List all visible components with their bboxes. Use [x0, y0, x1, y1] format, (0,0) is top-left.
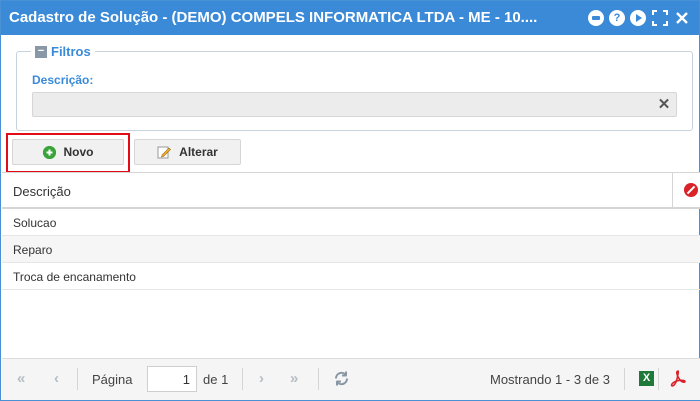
row-description: Solucao — [13, 216, 57, 230]
clear-filter-icon[interactable] — [684, 183, 698, 197]
edit-button[interactable]: Alterar — [134, 139, 241, 165]
pager-separator — [77, 368, 78, 390]
description-input[interactable] — [32, 92, 677, 117]
filters-legend-label: Filtros — [51, 44, 91, 59]
page-number-input[interactable] — [147, 366, 197, 392]
minimize-icon[interactable] — [588, 10, 604, 26]
column-header-description[interactable]: Descrição — [13, 184, 71, 199]
pager-separator — [242, 368, 243, 390]
table-row[interactable]: Solucao — [2, 209, 700, 236]
filters-panel: − Filtros Descrição: ✕ — [16, 44, 693, 131]
pdf-export-icon[interactable] — [670, 370, 686, 387]
pencil-icon — [157, 145, 172, 159]
last-page-icon[interactable]: » — [290, 371, 298, 386]
new-button-label: Novo — [63, 145, 94, 159]
row-description: Reparo — [13, 243, 53, 257]
play-icon[interactable] — [630, 10, 646, 26]
fullscreen-icon[interactable] — [652, 10, 668, 26]
dialog-window: Cadastro de Solução - (DEMO) COMPELS INF… — [0, 0, 700, 401]
previous-page-icon[interactable]: ‹ — [54, 371, 59, 386]
pager-separator — [624, 368, 625, 390]
first-page-icon[interactable]: « — [17, 371, 25, 386]
grid-header: Descrição — [2, 173, 700, 209]
page-count-label: de 1 — [203, 372, 229, 387]
clear-input-icon[interactable]: ✕ — [653, 93, 675, 116]
results-grid: Descrição Solucao Reparo Troca de encana… — [2, 172, 700, 358]
pagination-bar: « ‹ Página de 1 › » Mostrando 1 - 3 de 3… — [2, 358, 700, 400]
window-title: Cadastro de Solução - (DEMO) COMPELS INF… — [9, 9, 538, 26]
description-label: Descrição: — [32, 73, 94, 87]
column-divider — [672, 173, 673, 208]
help-icon[interactable]: ? — [609, 10, 625, 26]
excel-export-icon[interactable]: X — [639, 371, 654, 386]
pager-separator — [318, 368, 319, 390]
collapse-icon[interactable]: − — [35, 45, 47, 58]
refresh-icon[interactable] — [333, 370, 350, 387]
table-row[interactable]: Reparo — [2, 236, 700, 263]
page-label: Página — [92, 372, 133, 387]
new-button[interactable]: Novo — [12, 139, 124, 165]
close-icon[interactable] — [674, 10, 690, 26]
add-icon — [42, 145, 56, 159]
row-description: Troca de encanamento — [13, 270, 136, 284]
filters-legend[interactable]: − Filtros — [31, 44, 95, 59]
table-row[interactable]: Troca de encanamento — [2, 263, 700, 290]
edit-button-label: Alterar — [179, 145, 218, 159]
showing-records-text: Mostrando 1 - 3 de 3 — [490, 372, 610, 387]
title-bar: Cadastro de Solução - (DEMO) COMPELS INF… — [1, 1, 699, 35]
next-page-icon[interactable]: › — [259, 371, 264, 386]
pager-separator — [658, 368, 659, 390]
